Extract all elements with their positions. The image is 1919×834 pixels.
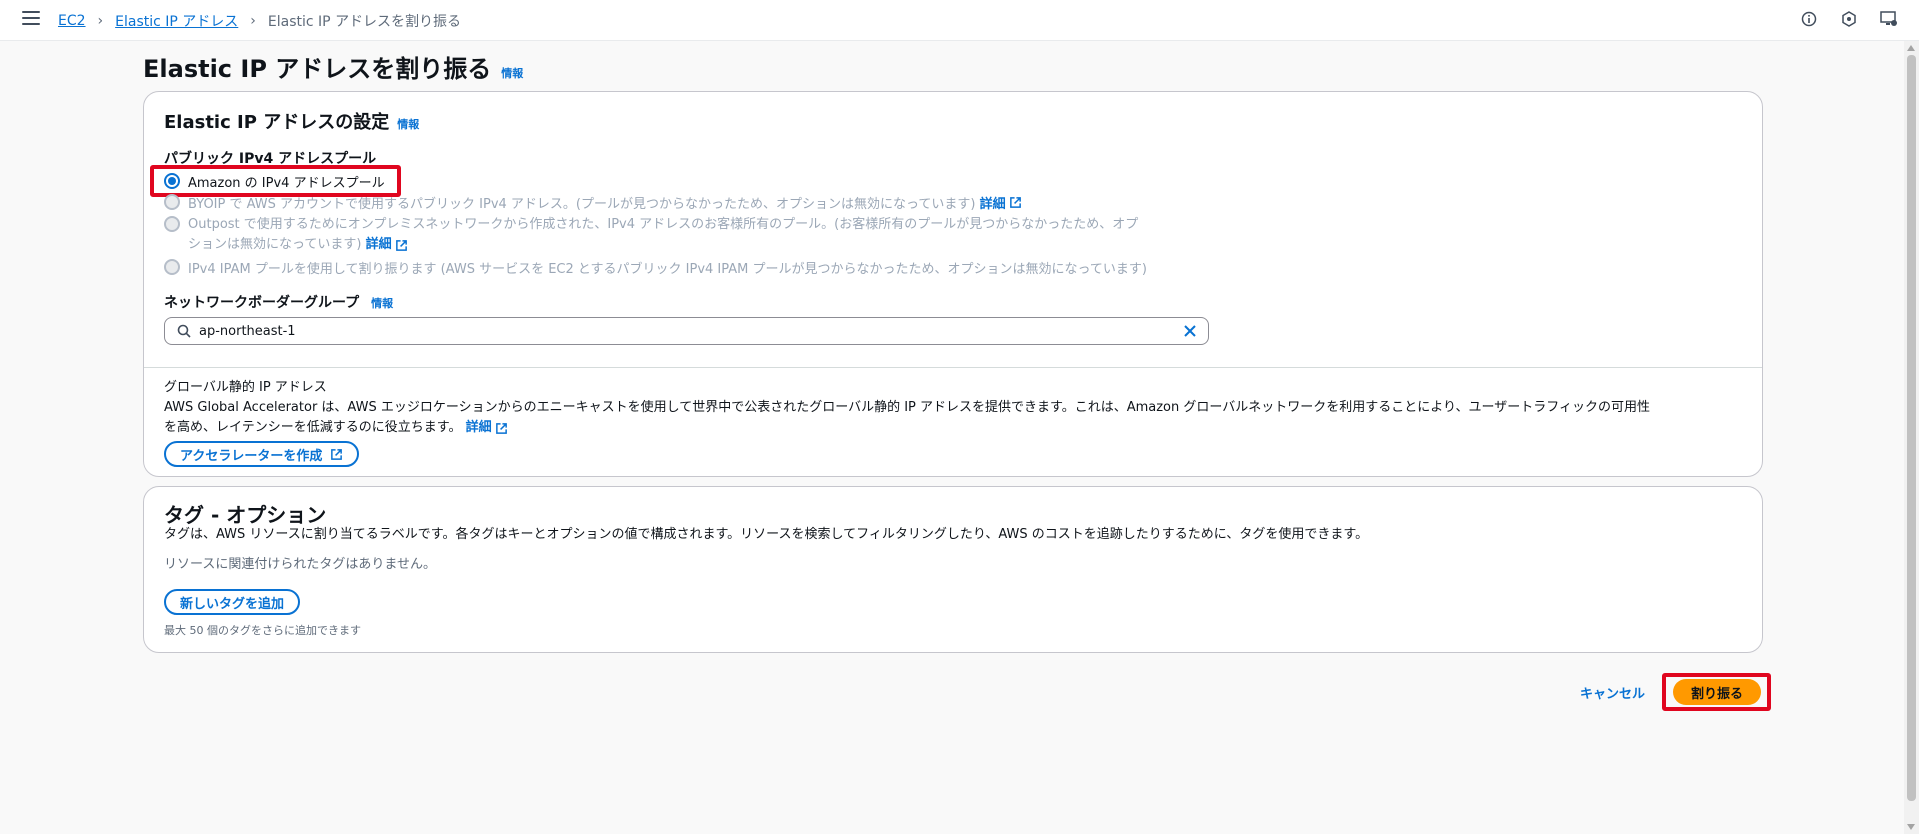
- clear-icon[interactable]: [1182, 323, 1198, 339]
- radio-button-disabled: [164, 194, 180, 210]
- chevron-right-icon: ›: [250, 13, 256, 29]
- page-title-text: Elastic IP アドレスを割り振る: [143, 55, 492, 83]
- cancel-button[interactable]: キャンセル: [1580, 683, 1645, 702]
- breadcrumb-ec2[interactable]: EC2: [58, 13, 86, 29]
- radio-option-ipam: IPv4 IPAM プールを使用して割り振ります (AWS サービスを EC2 …: [164, 258, 1147, 277]
- radio-option-byoip: BYOIP で AWS アカウントで使用するパブリック IPv4 アドレス。(プ…: [164, 193, 1022, 212]
- radio-button-disabled: [164, 216, 180, 232]
- global-detail-text: 詳細: [465, 420, 492, 435]
- radio-option-outpost: Outpost で使用するためにオンプレミスネットワークから作成された、IPv4…: [164, 215, 1224, 255]
- add-tag-button[interactable]: 新しいタグを追加: [164, 589, 301, 615]
- breadcrumb-current: Elastic IP アドレスを割り振る: [267, 14, 462, 30]
- external-link-icon: [395, 239, 407, 251]
- info-icon[interactable]: [1799, 9, 1819, 29]
- external-link-icon: [1009, 197, 1021, 208]
- section-divider: [144, 367, 1762, 368]
- global-desc-line2: を高め、レイテンシーを低減するのに役立ちます。: [164, 420, 462, 435]
- radio-button-disabled: [164, 259, 180, 275]
- outpost-detail-link[interactable]: 詳細: [366, 235, 408, 255]
- elastic-ip-settings-panel: Elastic IP アドレスの設定 情報 パブリック IPv4 アドレスプール…: [143, 91, 1763, 477]
- scroll-down-arrow[interactable]: [1907, 824, 1915, 830]
- breadcrumb-elastic-ip[interactable]: Elastic IP アドレス: [115, 11, 238, 31]
- search-icon: [177, 324, 191, 338]
- settings-title-text: Elastic IP アドレスの設定: [164, 112, 390, 133]
- tags-limit-text: 最大 50 個のタグをさらに追加できます: [164, 624, 361, 637]
- external-link-icon: [495, 422, 507, 434]
- scroll-thumb[interactable]: [1907, 55, 1916, 801]
- radio-label-byoip-text: BYOIP で AWS アカウントで使用するパブリック IPv4 アドレス。(プ…: [188, 197, 976, 212]
- chevron-right-icon: ›: [97, 13, 104, 29]
- radio-label-ipam: IPv4 IPAM プールを使用して割り振ります (AWS サービスを EC2 …: [188, 262, 1147, 277]
- byoip-detail-link[interactable]: 詳細: [980, 193, 1022, 212]
- console-feedback-icon[interactable]: [1879, 9, 1899, 29]
- security-hexagon-icon[interactable]: [1839, 9, 1859, 29]
- tags-description: タグは、AWS リソースに割り当てるラベルです。各タグはキーとオプションの値で構…: [164, 527, 1369, 542]
- top-navigation-bar: EC2 › Elastic IP アドレス › Elastic IP アドレスを…: [0, 0, 1919, 41]
- page-title: Elastic IP アドレスを割り振る 情報: [143, 49, 523, 84]
- highlight-box: [1662, 673, 1771, 711]
- network-border-group-input[interactable]: [199, 323, 1159, 339]
- tags-panel: タグ - オプション タグは、AWS リソースに割り当てるラベルです。各タグはキ…: [143, 486, 1763, 653]
- nbg-label: ネットワークボーダーグループ 情報: [164, 292, 393, 312]
- nbg-info-link[interactable]: 情報: [371, 295, 393, 311]
- tags-title: タグ - オプション: [164, 503, 327, 527]
- create-accelerator-label: アクセラレーターを作成: [180, 448, 323, 464]
- settings-title: Elastic IP アドレスの設定 情報: [164, 108, 419, 134]
- network-border-group-field[interactable]: [164, 317, 1209, 345]
- radio-label-byoip: BYOIP で AWS アカウントで使用するパブリック IPv4 アドレス。(プ…: [188, 193, 1022, 212]
- scroll-up-arrow[interactable]: [1907, 45, 1915, 51]
- global-detail-link[interactable]: 詳細: [466, 418, 508, 438]
- radio-label-outpost: Outpost で使用するためにオンプレミスネットワークから作成された、IPv4…: [188, 215, 1138, 255]
- radio-label-outpost-text: Outpost で使用するためにオンプレミスネットワークから作成された、IPv4…: [188, 217, 1139, 232]
- tags-empty-message: リソースに関連付けられたタグはありません。: [164, 557, 436, 572]
- breadcrumb: EC2 › Elastic IP アドレス › Elastic IP アドレスを…: [58, 11, 461, 31]
- byoip-detail-text: 詳細: [979, 197, 1006, 212]
- global-desc-line1: AWS Global Accelerator は、AWS エッジロケーションから…: [164, 400, 1650, 415]
- global-ip-description: AWS Global Accelerator は、AWS エッジロケーションから…: [164, 398, 1754, 438]
- external-link-icon: [331, 448, 343, 460]
- menu-icon[interactable]: [22, 11, 40, 25]
- nbg-label-text: ネットワークボーダーグループ: [164, 295, 360, 311]
- settings-info-link[interactable]: 情報: [397, 116, 419, 132]
- radio-label-outpost-text2: ションは無効になっています): [188, 237, 362, 252]
- outpost-detail-text: 詳細: [365, 237, 392, 252]
- global-ip-title: グローバル静的 IP アドレス: [164, 380, 327, 395]
- create-accelerator-button[interactable]: アクセラレーターを作成: [164, 441, 360, 467]
- vertical-scrollbar[interactable]: [1904, 41, 1919, 834]
- page-info-link[interactable]: 情報: [501, 65, 523, 81]
